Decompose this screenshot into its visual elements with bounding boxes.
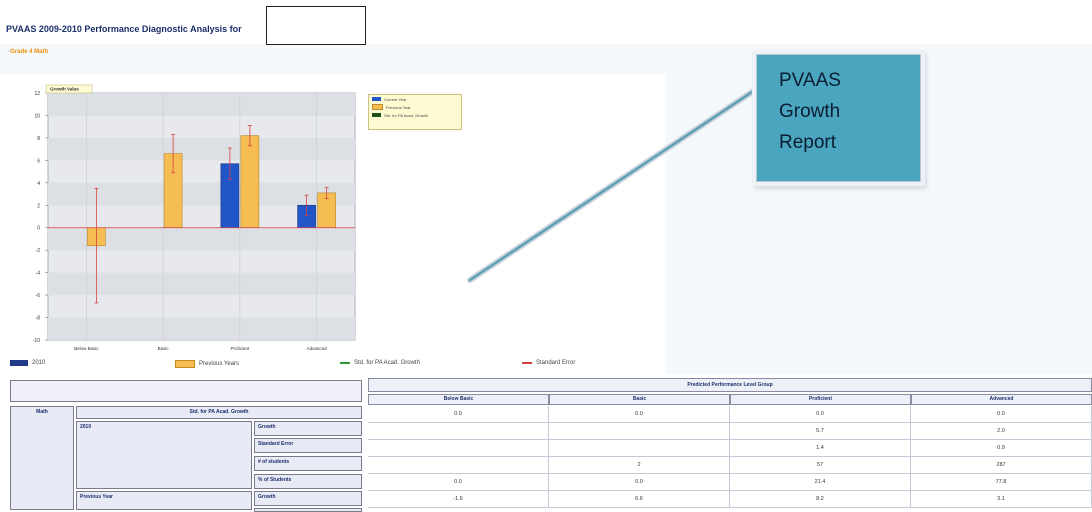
table-cell: 57 [730,457,911,474]
table-cell: 0.0 [911,406,1092,423]
subject-cell: Math [10,406,74,510]
col-header-below-basic: Below Basic [368,394,549,405]
table-cell: 0.0 [549,474,730,491]
table-cell: 0.9 [911,440,1092,457]
row-label-std-error-2010: Standard Error [254,438,362,453]
group-header: Predicted Performance Level Group [368,378,1092,392]
row-label-pct-students-2010: % of Students [254,474,362,489]
std-growth-header: Std. for PA Acad. Growth [76,406,362,419]
table-cell [368,423,549,440]
table-cell: 21.4 [730,474,911,491]
table-cell: 0.0 [549,406,730,423]
growth-report-callout: PVAAS Growth Report [756,54,921,182]
col-header-proficient: Proficient [730,394,911,405]
table-cell: 0.0 [730,406,911,423]
table-corner-cell [10,380,362,402]
table-cell [549,423,730,440]
row-label-growth-2010: Growth [254,421,362,436]
growth-data-table: Predicted Performance Level Group Math S… [0,374,1092,512]
callout-line-1: PVAAS [779,70,841,91]
table-cell: 77.8 [911,474,1092,491]
table-cell [368,440,549,457]
row-label-num-students-2010: # of students [254,456,362,471]
row-label-growth-previous: Growth [254,491,362,506]
section-label-2010: 2010 [76,421,252,489]
table-cell: -1.6 [368,491,549,508]
col-header-basic: Basic [549,394,730,405]
table-cell: 6.6 [549,491,730,508]
table-cell: 0.0 [368,474,549,491]
table-cell: 3.1 [911,491,1092,508]
callout-line-3: Report [779,132,837,153]
row-label-cutoff [254,508,362,512]
table-cell: 2.0 [911,423,1092,440]
table-cell: 0.0 [368,406,549,423]
table-cell: 8.2 [730,491,911,508]
table-cell [549,440,730,457]
table-cell: 2 [549,457,730,474]
table-cell: 5.7 [730,423,911,440]
col-header-advanced: Advanced [911,394,1092,405]
table-cell: 287 [911,457,1092,474]
table-cell [368,457,549,474]
callout-line-2: Growth [779,101,841,122]
table-cell: 1.4 [730,440,911,457]
section-label-previous-year: Previous Year [76,491,252,510]
callout-text: PVAAS Growth Report [779,65,841,158]
